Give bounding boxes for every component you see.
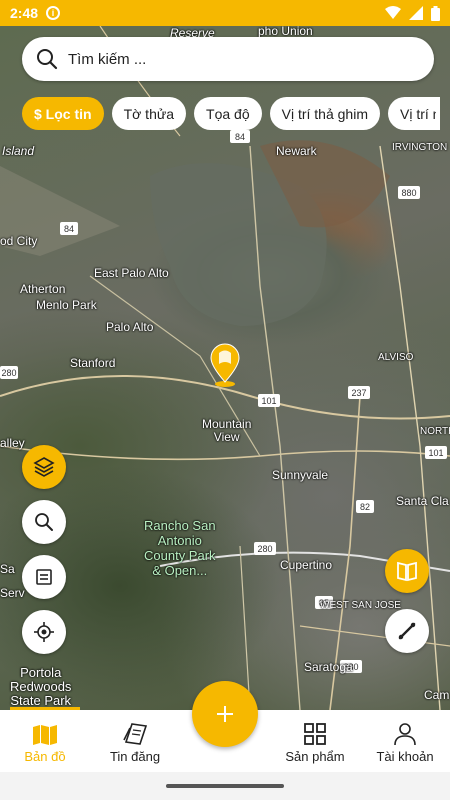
plus-icon	[217, 706, 233, 722]
hwy-shield-880: 880	[401, 188, 416, 198]
grid-icon	[304, 723, 326, 745]
layers-button[interactable]	[22, 445, 66, 489]
map-label-cupertino: Cupertino	[280, 558, 333, 572]
gesture-handle[interactable]	[166, 784, 284, 788]
list-icon	[36, 569, 52, 585]
nav-item-account[interactable]: Tài khoản	[360, 710, 450, 772]
nav-item-map[interactable]: Bản đồ	[0, 710, 90, 772]
list-button[interactable]	[22, 555, 66, 599]
my-location-button[interactable]	[22, 610, 66, 654]
chip-coordinates[interactable]: Tọa độ	[194, 97, 262, 130]
nav-label-listings: Tin đăng	[109, 749, 161, 764]
search-icon	[37, 49, 58, 70]
hwy-shield-237: 237	[351, 388, 366, 398]
chip-current-location-label: Vị trí ngay	[400, 105, 436, 122]
user-icon	[394, 723, 416, 746]
map-label-santa-clara: Santa Cla	[396, 494, 449, 508]
search-bar[interactable]	[22, 37, 434, 81]
search-input[interactable]	[68, 50, 420, 68]
crosshair-icon	[34, 622, 54, 642]
book-icon	[397, 561, 417, 582]
chip-current-location[interactable]: Vị trí ngay	[388, 97, 440, 130]
ruler-icon	[398, 622, 416, 640]
add-listing-button[interactable]	[192, 681, 258, 747]
map-label-alley: alley	[0, 436, 25, 450]
measure-button[interactable]	[385, 609, 429, 653]
map-label-cam: Cam	[424, 688, 450, 702]
nav-label-map: Bản đồ	[24, 749, 66, 764]
nav-item-products[interactable]: Sản phẩm	[270, 710, 360, 772]
map-label-east-palo-alto: East Palo Alto	[94, 266, 169, 280]
status-time: 2:48	[10, 5, 39, 21]
chip-filter-listings[interactable]: $ Lọc tin	[22, 97, 104, 130]
map-label-atherton: Atherton	[20, 282, 66, 296]
nav-label-products: Sản phẩm	[285, 749, 345, 764]
map-label-island: Island	[2, 144, 35, 158]
book-button[interactable]	[385, 549, 429, 593]
battery-icon	[431, 5, 440, 21]
wifi-icon	[385, 6, 401, 19]
map-label-irvington: IRVINGTON	[392, 142, 448, 153]
map-label-alviso: ALVISO	[378, 352, 414, 363]
map-label-newark: Newark	[276, 144, 317, 158]
status-bar: 2:48 i	[0, 0, 450, 26]
hwy-shield-101: 101	[261, 396, 276, 406]
hwy-shield-84b: 84	[64, 224, 74, 234]
chip-pin-location[interactable]: Vị trí thả ghim	[269, 97, 380, 130]
hwy-shield-82: 82	[360, 502, 370, 512]
status-icons	[385, 5, 440, 21]
nav-item-listings[interactable]: Tin đăng	[90, 710, 180, 772]
map-label-menlo-park: Menlo Park	[36, 298, 97, 312]
hwy-shield-280b: 280	[1, 368, 16, 378]
map-label-north: NORTH	[420, 426, 450, 437]
active-tab-indicator	[10, 707, 80, 710]
map-label-portola: Portola Redwoods State Park	[10, 665, 72, 708]
chip-land-parcel[interactable]: Tờ thửa	[111, 97, 187, 130]
map-label-palo-alto: Palo Alto	[106, 320, 154, 334]
map-pin-marker[interactable]	[207, 342, 243, 393]
map-label-stanford: Stanford	[70, 356, 116, 370]
map-label-saratoga: Saratoga	[304, 660, 353, 674]
map-label-sunnyvale: Sunnyvale	[272, 468, 329, 482]
pin-icon	[210, 343, 240, 387]
map-label-serv: Serv	[0, 586, 25, 600]
map-label-mountain-view: Mountain View	[202, 417, 252, 444]
filter-chips: $ Lọc tin Tờ thửa Tọa độ Vị trí thả ghim…	[22, 97, 440, 130]
map-label-rancho-san-antonio: Rancho San Antonio County Park & Open...	[144, 518, 216, 578]
signal-icon	[409, 6, 423, 20]
map-icon	[33, 725, 57, 745]
map-label-sa: Sa	[0, 562, 15, 576]
nav-label-account: Tài khoản	[376, 749, 434, 764]
map-label-od-city: od City	[0, 234, 38, 248]
hwy-shield-280: 280	[257, 544, 272, 554]
news-icon	[123, 723, 148, 745]
map-label-west-san-jose: WEST SAN JOSE	[320, 600, 401, 611]
info-icon: i	[46, 6, 61, 20]
hwy-shield-101b: 101	[428, 448, 443, 458]
search-icon	[35, 513, 53, 531]
system-gesture-area	[0, 772, 450, 800]
layers-icon	[33, 457, 55, 477]
hwy-shield-84: 84	[235, 132, 245, 142]
map-search-button[interactable]	[22, 500, 66, 544]
